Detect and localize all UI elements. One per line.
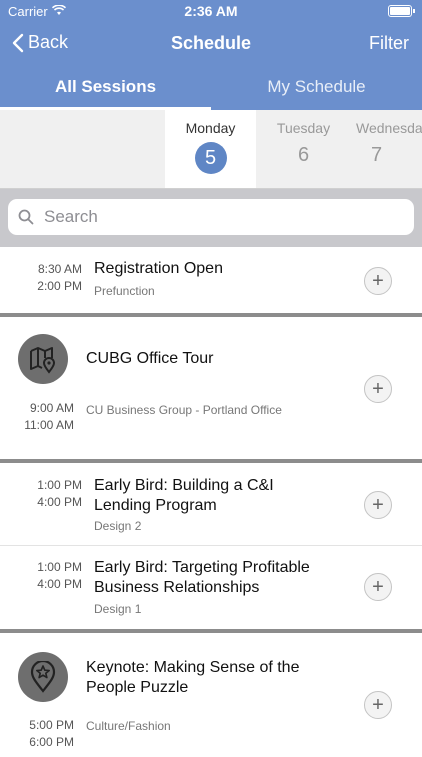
session-item[interactable]: 1:00 PM 4:00 PM Early Bird: Building a C… (0, 463, 422, 545)
session-title: CUBG Office Tour (86, 350, 214, 367)
session-title: Early Bird: Targeting Profitable Busines… (94, 559, 310, 596)
session-location: Prefunction (94, 284, 155, 298)
session-item[interactable]: Keynote: Making Sense of the People Puzz… (0, 633, 422, 757)
start-time: 1:00 PM (37, 478, 82, 492)
back-button[interactable]: Back (12, 32, 68, 53)
session-time: 8:30 AM 2:00 PM (0, 261, 82, 295)
end-time: 2:00 PM (37, 279, 82, 293)
search-icon (18, 209, 34, 225)
start-time: 5:00 PM (29, 718, 74, 732)
back-label: Back (28, 32, 69, 52)
nav-bar: Back Schedule Filter (0, 22, 422, 66)
day-name: Monday (185, 120, 236, 136)
end-time: 4:00 PM (37, 577, 82, 591)
session-title: Keynote: Making Sense of the People Puzz… (86, 659, 300, 696)
end-time: 6:00 PM (29, 735, 74, 749)
add-to-schedule-button[interactable]: + (364, 691, 392, 719)
session-location: CU Business Group - Portland Office (86, 403, 282, 417)
session-location: Design 2 (94, 519, 142, 533)
search-input[interactable] (42, 206, 386, 228)
day-number: 6 (297, 144, 310, 166)
status-bar: Carrier 2:36 AM (0, 0, 422, 22)
map-icon (18, 334, 68, 384)
session-location: Culture/Fashion (86, 719, 171, 733)
add-to-schedule-button[interactable]: + (364, 267, 392, 295)
add-to-schedule-button[interactable]: + (364, 491, 392, 519)
session-time: 1:00 PM 4:00 PM (0, 559, 82, 593)
search-field (8, 199, 414, 235)
clock: 2:36 AM (184, 3, 238, 19)
end-time: 11:00 AM (24, 418, 74, 432)
tab-all-sessions[interactable]: All Sessions (0, 66, 211, 110)
session-time: 9:00 AM 11:00 AM (0, 400, 74, 434)
start-time: 1:00 PM (37, 560, 82, 574)
search-bar (0, 189, 422, 247)
session-item[interactable]: 1:00 PM 4:00 PM Early Bird: Targeting Pr… (0, 546, 422, 629)
add-to-schedule-button[interactable]: + (364, 375, 392, 403)
segment-tabs: All Sessions My Schedule (0, 66, 422, 110)
tab-my-schedule[interactable]: My Schedule (211, 66, 422, 110)
session-location: Design 1 (94, 602, 142, 616)
day-name: Tuesday (276, 120, 331, 136)
session-title: Early Bird: Building a C&I Lending Progr… (94, 477, 274, 514)
session-time: 5:00 PM 6:00 PM (0, 717, 74, 751)
start-time: 8:30 AM (37, 262, 82, 276)
day-number: 7 (370, 144, 383, 166)
chevron-left-icon (12, 33, 24, 52)
session-time: 1:00 PM 4:00 PM (0, 477, 82, 511)
day-wednesday[interactable]: Wednesday 7 (349, 110, 422, 188)
start-time: 9:00 AM (29, 401, 74, 415)
day-selector: Monday 5 Tuesday 6 Wednesday 7 (0, 110, 422, 189)
session-list: 8:30 AM 2:00 PM Registration Open Prefun… (0, 247, 422, 757)
session-item[interactable]: 8:30 AM 2:00 PM Registration Open Prefun… (0, 247, 422, 313)
add-to-schedule-button[interactable]: + (364, 573, 392, 601)
session-title: Registration Open (94, 260, 223, 277)
star-pin-icon (18, 652, 68, 702)
day-tuesday[interactable]: Tuesday 6 (258, 110, 349, 188)
filter-button[interactable]: Filter (369, 33, 409, 54)
day-monday[interactable]: Monday 5 (165, 110, 256, 188)
day-name: Wednesday (356, 120, 422, 136)
session-item[interactable]: CUBG Office Tour 9:00 AM 11:00 AM CU Bus… (0, 317, 422, 459)
end-time: 4:00 PM (37, 495, 82, 509)
battery-icon (388, 5, 415, 17)
day-number: 5 (194, 142, 227, 174)
